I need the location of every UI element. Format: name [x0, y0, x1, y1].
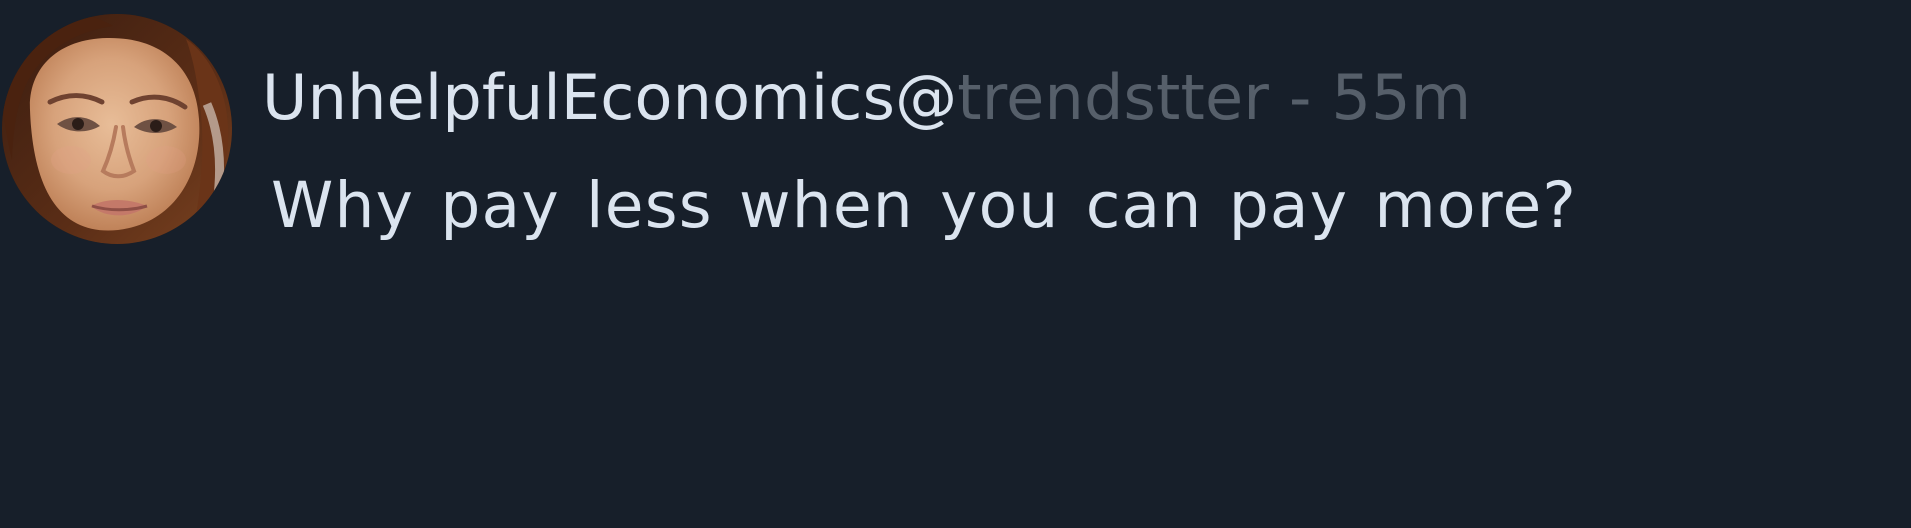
handle[interactable]: trendstter — [957, 61, 1269, 134]
post-header: UnhelpfulEconomics@trendstter - 55m — [262, 58, 1471, 138]
display-name[interactable]: UnhelpfulEconomics — [262, 61, 895, 134]
timestamp[interactable]: 55m — [1331, 61, 1471, 134]
profile-photo-icon — [2, 14, 232, 244]
avatar[interactable] — [2, 14, 232, 244]
post-card: UnhelpfulEconomics@trendstter - 55m Why … — [0, 0, 1911, 528]
post-text: Why pay less when you can pay more? — [271, 169, 1578, 242]
header-separator: - — [1269, 61, 1332, 134]
handle-at-symbol: @ — [895, 61, 958, 134]
